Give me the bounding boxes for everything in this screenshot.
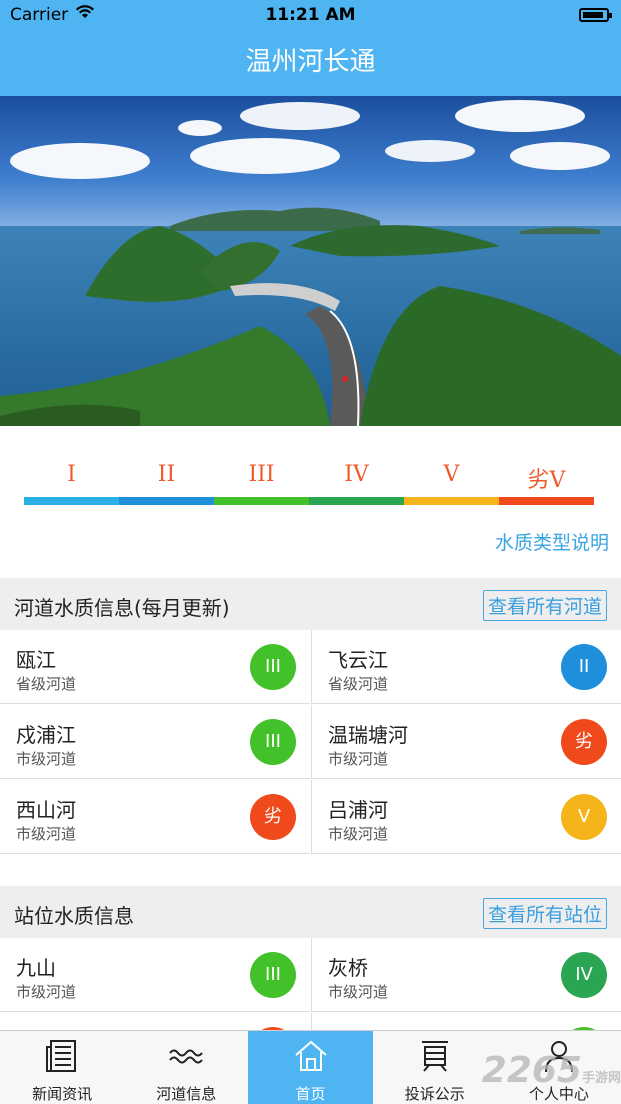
rivers-section-title: 河道水质信息(每月更新): [14, 596, 230, 620]
watermark-sub: 手游网: [581, 1071, 621, 1086]
river-card[interactable]: 西山河 市级河道 劣: [0, 780, 310, 854]
river-card[interactable]: 飞云江 省级河道 II: [311, 630, 621, 704]
grade-label-3: III: [248, 462, 275, 487]
river-level: 市级河道: [16, 825, 77, 843]
stations-section-header: 站位水质信息 查看所有站位: [0, 886, 621, 938]
grade-label-4: IV: [344, 462, 369, 487]
river-level: 市级河道: [328, 825, 389, 843]
nav-bar: 温州河长通: [0, 32, 621, 96]
station-name: 九山: [16, 956, 56, 980]
rivers-grid: 瓯江 省级河道 III 飞云江 省级河道 II 戍浦江 市级河道 III 温瑞塘…: [0, 630, 621, 854]
river-card[interactable]: 温瑞塘河 市级河道 劣: [311, 705, 621, 779]
river-level: 省级河道: [328, 675, 389, 693]
grade-swatch-5: [404, 497, 499, 505]
tab-label: 首页: [295, 1085, 326, 1103]
tab-home[interactable]: 首页: [248, 1031, 373, 1104]
tab-label: 新闻资讯: [32, 1085, 93, 1103]
notice-icon: [417, 1039, 453, 1073]
view-all-rivers-button[interactable]: 查看所有河道: [482, 590, 607, 621]
grade-badge: IV: [561, 952, 607, 998]
river-level: 市级河道: [16, 750, 77, 768]
tab-news[interactable]: 新闻资讯: [0, 1031, 124, 1104]
grade-badge: III: [250, 952, 296, 998]
hero-landscape-image: [0, 96, 621, 426]
station-card[interactable]: 九山 市级河道 III: [0, 938, 310, 1012]
grade-label-6: 劣V: [527, 468, 566, 493]
water-type-explanation-link[interactable]: 水质类型说明: [495, 528, 609, 555]
grade-swatch-4: [309, 497, 404, 505]
grade-color-bar: [24, 497, 594, 505]
view-all-stations-button[interactable]: 查看所有站位: [482, 898, 607, 929]
status-bar: Carrier 11:21 AM: [0, 0, 621, 32]
grade-badge: 劣: [250, 794, 296, 840]
home-icon: [293, 1039, 329, 1073]
grade-swatch-2: [119, 497, 214, 505]
rivers-section-header: 河道水质信息(每月更新) 查看所有河道: [0, 578, 621, 630]
grade-label-1: I: [67, 462, 76, 487]
grade-labels: I II III IV V 劣V: [24, 462, 594, 494]
watermark-text: 2265: [481, 1050, 582, 1091]
grade-swatch-3: [214, 497, 309, 505]
clock: 11:21 AM: [265, 5, 356, 25]
grade-swatch-6: [499, 497, 594, 505]
river-level: 省级河道: [16, 675, 77, 693]
grade-badge: III: [250, 719, 296, 765]
river-card[interactable]: 瓯江 省级河道 III: [0, 630, 310, 704]
river-name: 瓯江: [16, 648, 56, 672]
grade-label-2: II: [157, 462, 176, 487]
grade-badge: V: [561, 794, 607, 840]
river-name: 西山河: [16, 798, 76, 822]
river-card[interactable]: 戍浦江 市级河道 III: [0, 705, 310, 779]
grade-badge: 劣: [561, 719, 607, 765]
station-name: 灰桥: [328, 956, 368, 980]
tab-label: 河道信息: [156, 1085, 217, 1103]
waves-icon: [168, 1039, 204, 1073]
battery-icon: [579, 8, 612, 22]
tab-river-info[interactable]: 河道信息: [124, 1031, 248, 1104]
grade-badge: III: [250, 644, 296, 690]
river-name: 温瑞塘河: [328, 723, 408, 747]
station-level: 市级河道: [328, 983, 389, 1001]
water-grade-legend: I II III IV V 劣V 水质类型说明: [0, 426, 621, 578]
station-level: 市级河道: [16, 983, 77, 1001]
tab-complaints[interactable]: 投诉公示: [373, 1031, 497, 1104]
station-card[interactable]: 灰桥 市级河道 IV: [311, 938, 621, 1012]
tab-label: 投诉公示: [404, 1085, 465, 1103]
river-name: 吕浦河: [328, 798, 388, 822]
stations-grid: 九山 市级河道 III 灰桥 市级河道 IV: [0, 938, 621, 1030]
river-name: 戍浦江: [16, 723, 76, 747]
river-level: 市级河道: [328, 750, 389, 768]
grade-badge: II: [561, 644, 607, 690]
grade-swatch-1: [24, 497, 119, 505]
river-card[interactable]: 吕浦河 市级河道 V: [311, 780, 621, 854]
watermark-logo: 2265手游网: [482, 1050, 621, 1091]
page-title: 温州河长通: [245, 47, 376, 77]
stations-section-title: 站位水质信息: [14, 904, 134, 928]
newspaper-icon: [44, 1039, 80, 1073]
station-card-partial[interactable]: [311, 1013, 621, 1030]
grade-label-5: V: [443, 462, 460, 487]
station-card-partial[interactable]: [0, 1013, 310, 1030]
river-name: 飞云江: [328, 648, 388, 672]
